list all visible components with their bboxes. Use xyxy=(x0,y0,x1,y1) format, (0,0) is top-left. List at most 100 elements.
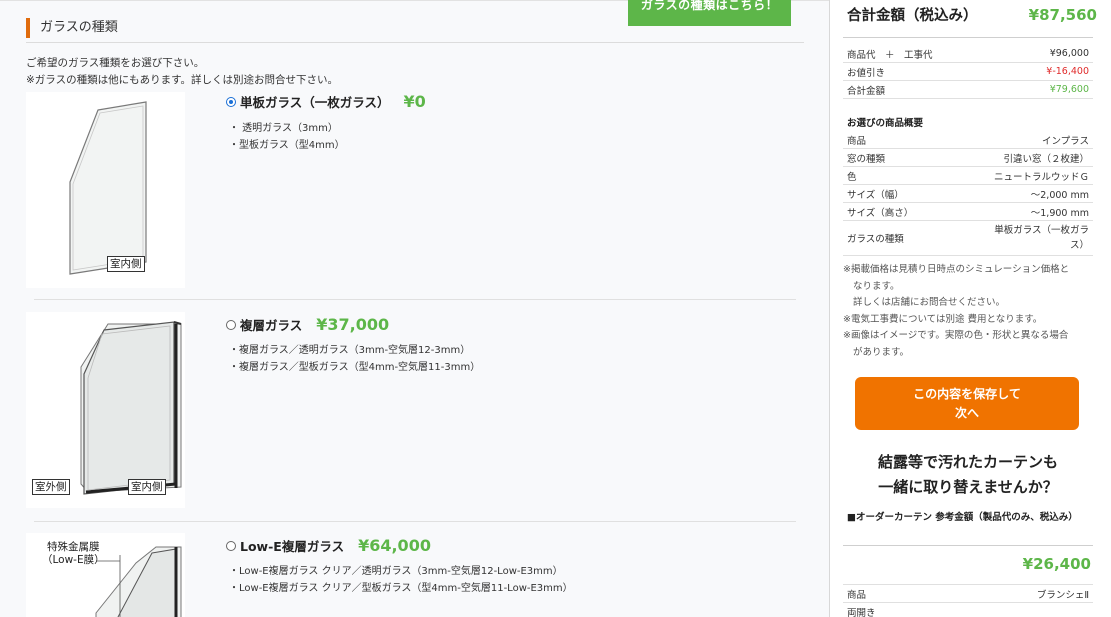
glass-types-tab[interactable]: ガラスの種類はこちら！ xyxy=(628,0,791,26)
single-glass-price: ¥0 xyxy=(403,92,426,111)
section-divider xyxy=(26,42,804,43)
double-glass-radio[interactable] xyxy=(226,320,236,330)
row-key: サイズ（幅） xyxy=(847,189,904,201)
curtain-row-product: 商品 ブランシェⅡ xyxy=(843,585,1093,603)
row-value: ¥-16,400 xyxy=(1046,66,1089,77)
row-value: 引違い窓（２枚建） xyxy=(1003,153,1089,165)
curtain-details: 商品 ブランシェⅡ 両開き xyxy=(843,584,1093,617)
total-divider xyxy=(843,37,1093,38)
row-key: 商品代 ＋ 工事代 xyxy=(847,49,933,61)
summary-row-product: 商品 インプラス xyxy=(843,131,1093,149)
row-value: ¥79,600 xyxy=(1049,84,1089,95)
spec-item: ・Low-E複層ガラス クリア／透明ガラス（3mm-空気層12-Low-E3mm… xyxy=(229,566,563,577)
row-value: 単板ガラス（一枚ガラ ス） xyxy=(994,223,1089,253)
indoor-side-label: 室内側 xyxy=(128,479,166,495)
curtain-promo-heading: 結露等で汚れたカーテンも 一緒に取り替えませんか？ xyxy=(848,450,1088,500)
row-value: ブランシェⅡ xyxy=(1036,589,1089,601)
spec-item: ・Low-E複層ガラス クリア／型板ガラス（型4mm-空気層11-Low-E3m… xyxy=(229,583,573,594)
single-glass-image: 室内側 xyxy=(26,92,185,288)
double-glass-name: 複層ガラス xyxy=(240,318,303,333)
total-value: ¥87,560 xyxy=(1028,6,1097,24)
intro-line: ご希望のガラス種類をお選び下さい。 xyxy=(26,57,205,69)
save-button-label: 次へ xyxy=(954,406,979,420)
single-glass-name: 単板ガラス（一枚ガラス） xyxy=(240,95,390,110)
section-title: ガラスの種類 xyxy=(26,18,118,38)
price-row-total: 合計金額 ¥79,600 xyxy=(843,81,1093,99)
option-lowe-glass[interactable]: 特殊金属膜 （Low-E膜） Low-E複層ガラス ¥64,000 ・Low-E… xyxy=(26,533,804,617)
summary-row-glass-type: ガラスの種類 単板ガラス（一枚ガラ ス） xyxy=(843,221,1093,256)
curtain-divider xyxy=(843,545,1093,546)
lowe-film-label-line: （Low-E膜） xyxy=(42,554,105,566)
curtain-promo-line: 結露等で汚れたカーテンも xyxy=(877,453,1058,471)
spec-item: ・ 透明ガラス（3mm） xyxy=(229,123,338,134)
lowe-film-label-line: 特殊金属膜 xyxy=(47,541,100,553)
single-glass-specs: ・ 透明ガラス（3mm） ・型板ガラス（型4mm） xyxy=(229,120,345,154)
single-glass-pane-icon xyxy=(69,101,147,275)
row-value: ニュートラルウッドＧ xyxy=(993,171,1089,183)
row-value: ¥96,000 xyxy=(1049,48,1089,59)
row-key: 商品 xyxy=(847,589,867,601)
spec-item: ・複層ガラス／透明ガラス（3mm-空気層12-3mm） xyxy=(229,345,471,356)
lowe-glass-radio[interactable] xyxy=(226,541,236,551)
spec-item: ・型板ガラス（型4mm） xyxy=(229,140,345,151)
summary-title: お選びの商品概要 xyxy=(847,118,924,129)
indoor-side-label: 室内側 xyxy=(107,256,145,272)
summary-row-color: 色 ニュートラルウッドＧ xyxy=(843,167,1093,185)
row-key: 合計金額 xyxy=(847,85,886,97)
row-value: ～2,000 mm xyxy=(1030,189,1089,201)
lowe-glass-specs: ・Low-E複層ガラス クリア／透明ガラス（3mm-空気層12-Low-E3mm… xyxy=(229,563,573,597)
row-key: ガラスの種類 xyxy=(847,234,904,245)
price-row-subtotal: 商品代 ＋ 工事代 ¥96,000 xyxy=(843,45,1093,63)
curtain-reference-note: ■オーダーカーテン 参考金額（製品代のみ、税込み） xyxy=(847,512,1078,523)
spec-item: ・複層ガラス／型板ガラス（型4mm-空気層11-3mm） xyxy=(229,362,481,373)
summary-row-height: サイズ（高さ） ～1,900 mm xyxy=(843,203,1093,221)
intro-text: ご希望のガラス種類をお選び下さい。 ※ガラスの種類は他にもあります。詳しくは別途… xyxy=(26,55,338,89)
double-glass-specs: ・複層ガラス／透明ガラス（3mm-空気層12-3mm） ・複層ガラス／型板ガラス… xyxy=(229,342,480,376)
row-key: お値引き xyxy=(847,67,886,79)
note-line: ※画像はイメージです。実際の色・形状と異なる場合 xyxy=(843,330,1069,341)
lowe-glass-image: 特殊金属膜 （Low-E膜） xyxy=(26,533,185,617)
option-divider xyxy=(34,299,796,300)
double-glass-header[interactable]: 複層ガラス ¥37,000 xyxy=(226,315,389,334)
curtain-price: ¥26,400 xyxy=(1022,555,1091,573)
curtain-row-opening: 両開き xyxy=(843,603,1093,617)
row-value: インプラス xyxy=(1041,135,1089,147)
note-line: ※電気工事費については別途 費用となります。 xyxy=(843,313,1043,325)
option-double-glass[interactable]: 室外側 室内側 複層ガラス ¥37,000 ・複層ガラス／透明ガラス（3mm-空… xyxy=(26,312,804,522)
total-header: 合計金額（税込み） ¥87,560 xyxy=(847,4,1097,25)
total-label: 合計金額（税込み） xyxy=(847,8,978,24)
price-notes: ※掲載価格は見積り日時点のシミュレーション価格と なります。 詳しくは店舗にお問… xyxy=(843,262,1097,361)
sidebar-divider xyxy=(829,0,830,617)
single-glass-radio[interactable] xyxy=(226,97,236,107)
row-value: ～1,900 mm xyxy=(1030,207,1089,219)
double-glass-price: ¥37,000 xyxy=(316,315,390,334)
summary-row-width: サイズ（幅） ～2,000 mm xyxy=(843,185,1093,203)
price-breakdown: 商品代 ＋ 工事代 ¥96,000 お値引き ¥-16,400 合計金額 ¥79… xyxy=(843,45,1093,99)
lowe-glass-header[interactable]: Low-E複層ガラス ¥64,000 xyxy=(226,536,431,555)
curtain-promo-line: 一緒に取り替えませんか？ xyxy=(878,478,1058,496)
save-button-label: この内容を保存して xyxy=(913,387,1021,401)
double-glass-image: 室外側 室内側 xyxy=(26,312,185,508)
row-key: サイズ（高さ） xyxy=(847,207,914,219)
lowe-glass-name: Low-E複層ガラス xyxy=(240,539,345,554)
order-summary-sidebar: 合計金額（税込み） ¥87,560 商品代 ＋ 工事代 ¥96,000 お値引き… xyxy=(838,0,1097,617)
row-value-line: ス） xyxy=(1069,240,1089,251)
single-glass-header[interactable]: 単板ガラス（一枚ガラス） ¥0 xyxy=(226,92,426,111)
option-single-glass[interactable]: 室内側 単板ガラス（一枚ガラス） ¥0 ・ 透明ガラス（3mm） ・型板ガラス（… xyxy=(26,92,804,300)
row-key: 窓の種類 xyxy=(847,153,886,165)
glass-selection-panel: ガラスの種類はこちら！ ガラスの種類 ご希望のガラス種類をお選び下さい。 ※ガラ… xyxy=(0,0,829,617)
row-key: 色 xyxy=(847,171,857,183)
note-line: があります。 xyxy=(853,346,910,358)
save-and-next-button[interactable]: この内容を保存して 次へ xyxy=(855,377,1079,430)
row-key: 商品 xyxy=(847,135,867,147)
note-line: 詳しくは店舗にお問合せください。 xyxy=(853,297,1006,308)
summary-row-window-type: 窓の種類 引違い窓（２枚建） xyxy=(843,149,1093,167)
lowe-film-label: 特殊金属膜 （Low-E膜） xyxy=(42,541,105,567)
lowe-glass-price: ¥64,000 xyxy=(358,536,431,555)
price-row-discount: お値引き ¥-16,400 xyxy=(843,63,1093,81)
outdoor-side-label: 室外側 xyxy=(32,479,70,495)
option-divider xyxy=(34,521,796,522)
intro-note: ※ガラスの種類は他にもあります。詳しくは別途お問合せ下さい。 xyxy=(26,74,339,86)
row-key: 両開き xyxy=(847,607,876,617)
note-line: なります。 xyxy=(853,280,900,292)
